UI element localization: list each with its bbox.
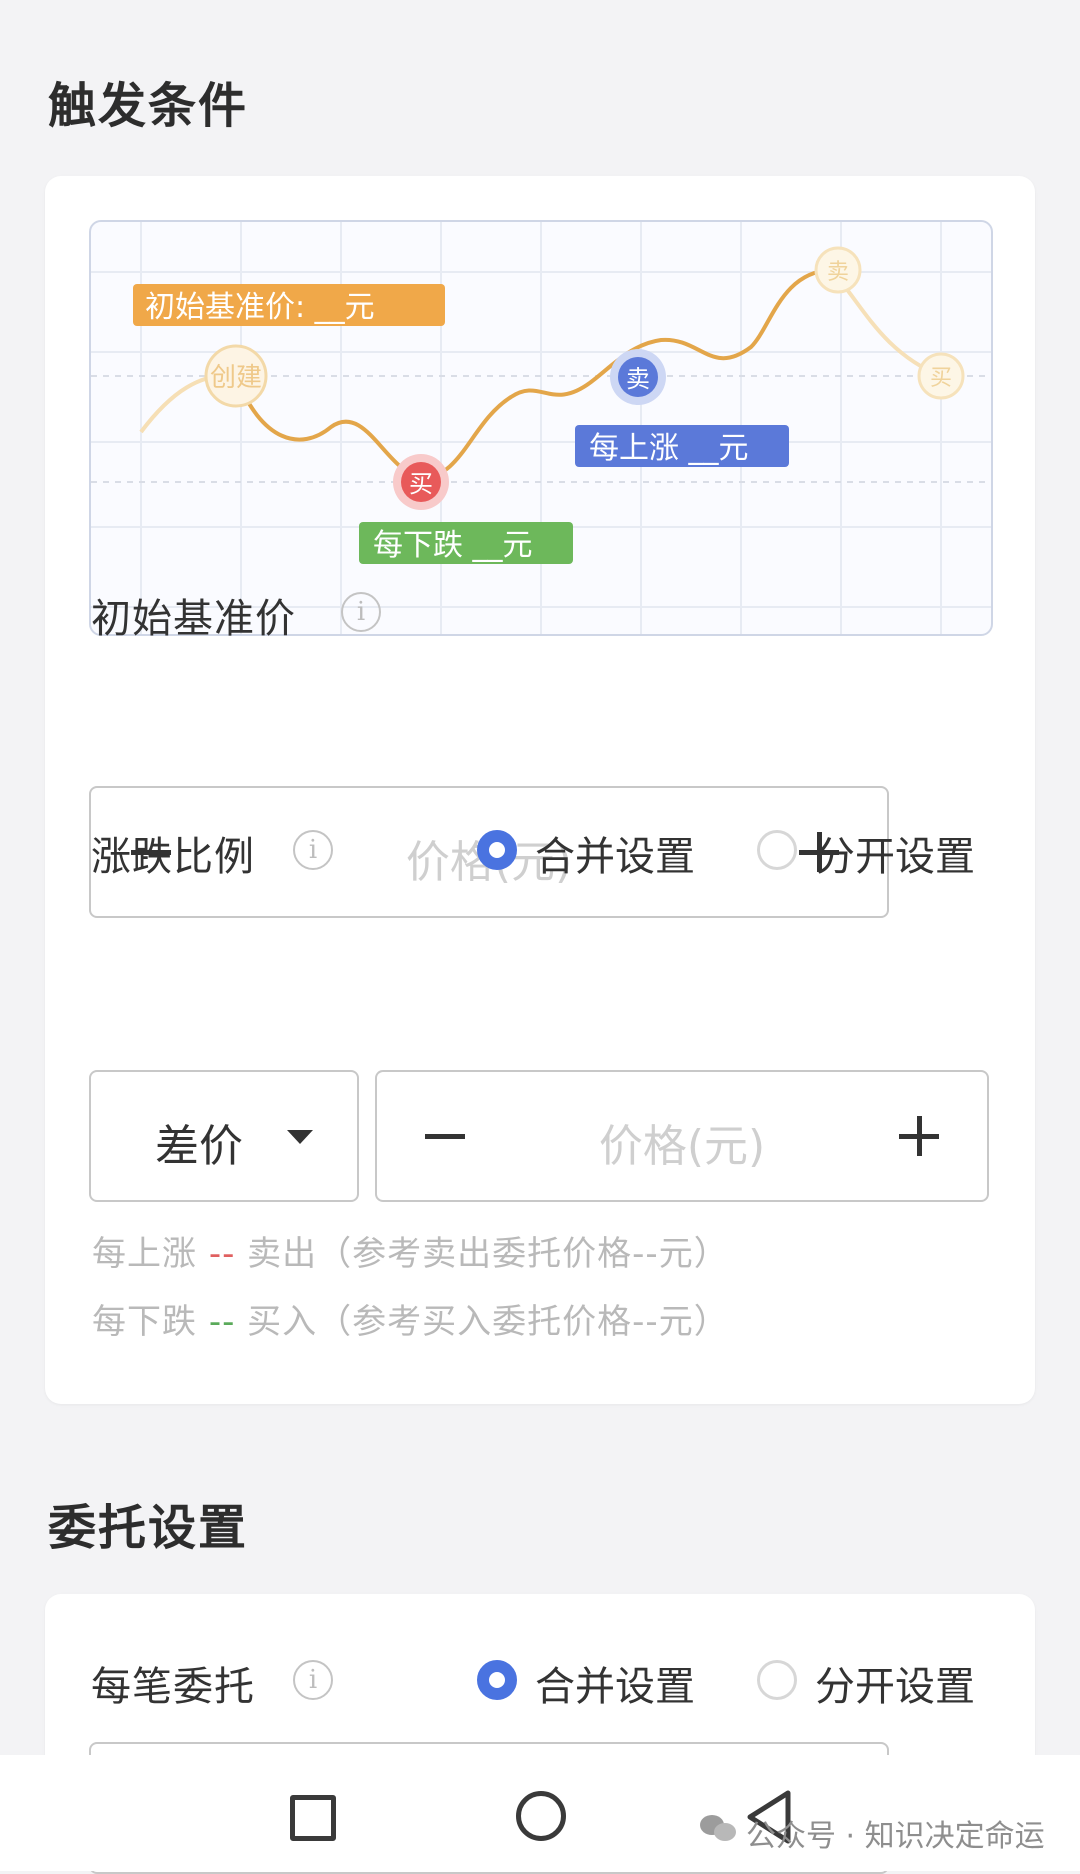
node-create-label: 创建 [210,363,262,393]
hint-rise-value: -- [208,1234,236,1274]
per-order-info-icon[interactable]: i [293,1660,333,1700]
tag-fall: 每下跌 __元 [373,528,533,563]
node-sell-faded-label: 卖 [827,260,849,285]
ratio-merge-label: 合并设置 [535,834,695,880]
per-order-merge-label: 合并设置 [535,1664,695,1710]
caret-down-icon [287,1130,313,1144]
radio-unselected-icon [757,830,797,870]
trigger-section-title: 触发条件 [48,78,249,134]
per-order-split-label: 分开设置 [815,1664,975,1710]
node-buy-faded-label: 买 [930,366,952,391]
wechat-icon [700,1813,740,1843]
hint-rise-prefix: 每上涨 [92,1234,209,1274]
ratio-value-stepper: 价格(元) [375,1070,989,1202]
base-price-label: 初始基准价 [91,596,296,642]
tag-rise: 每上涨 __元 [589,431,749,466]
ratio-info-icon[interactable]: i [293,830,333,870]
ratio-type-value: 差价 [155,1121,243,1172]
node-sell-label: 卖 [626,365,650,393]
illustration-graphic: 创建 买 卖 卖 买 初始基准价: __元 每上涨 __元 每下跌 __元 [91,222,991,634]
home-button[interactable] [516,1791,566,1841]
per-order-label: 每笔委托 [91,1664,255,1710]
hint-fall: 每下跌 -- 买入（参考买入委托价格--元） [92,1294,729,1343]
trigger-card: 创建 买 卖 卖 买 初始基准价: __元 每上涨 __元 每下跌 __元 初始… [45,176,1035,1404]
radio-selected-icon [477,830,517,870]
hint-fall-suffix: 买入（参考买入委托价格--元） [235,1302,729,1342]
recent-apps-button[interactable] [290,1795,336,1841]
hint-rise: 每上涨 -- 卖出（参考卖出委托价格--元） [92,1226,729,1275]
system-nav-bar: 公众号 · 知识决定命运 [0,1755,1080,1871]
hint-fall-value: -- [208,1302,236,1342]
base-price-info-icon[interactable]: i [341,592,381,632]
radio-selected-icon [477,1660,517,1700]
node-buy-label: 买 [409,470,433,498]
hint-rise-suffix: 卖出（参考卖出委托价格--元） [235,1234,729,1274]
watermark: 公众号 · 知识决定命运 [746,1819,1045,1854]
radio-unselected-icon [757,1660,797,1700]
tag-base-price: 初始基准价: __元 [145,290,375,325]
order-section-title: 委托设置 [48,1500,249,1556]
hint-fall-prefix: 每下跌 [92,1302,209,1342]
ratio-type-select[interactable]: 差价 [89,1070,359,1202]
trigger-illustration: 创建 买 卖 卖 买 初始基准价: __元 每上涨 __元 每下跌 __元 [89,220,993,636]
ratio-value-input[interactable]: 价格(元) [377,1110,987,1174]
ratio-split-label: 分开设置 [815,834,975,880]
ratio-label: 涨跌比例 [91,834,255,880]
ratio-increment-button[interactable] [899,1116,939,1156]
